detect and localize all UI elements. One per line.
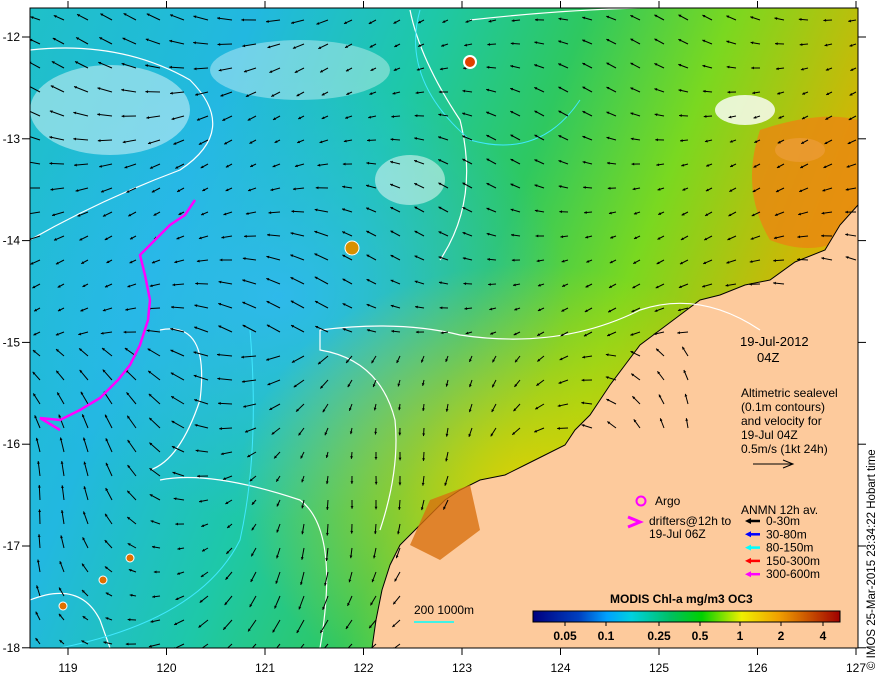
map-date: 19-Jul-2012 — [740, 334, 809, 349]
argo-label: Argo — [655, 494, 681, 508]
note-line: Altimetric sealevel — [741, 386, 838, 400]
x-tick-label: 121 — [255, 661, 275, 675]
colorbar-tick-label: 0.1 — [598, 629, 615, 643]
colorbar-tick-label: 2 — [778, 629, 785, 643]
note-line: 0.5m/s (1kt 24h) — [741, 442, 828, 456]
x-tick-label: 126 — [747, 661, 767, 675]
x-tick-label: 122 — [353, 661, 373, 675]
chlorophyll-map: 119 120 121 122 123 124 125 126 127-12-13-14-15-… — [3, 1, 866, 675]
anmn-label: 80-150m — [766, 541, 813, 555]
colorbar-tick-label: 1 — [737, 629, 744, 643]
y-tick-label: -16 — [3, 437, 21, 451]
colorbar-tick-label: 4 — [820, 629, 827, 643]
anmn-label: 300-600m — [766, 567, 820, 581]
colorbar — [532, 610, 841, 623]
anmn-label: 0-30m — [766, 514, 800, 528]
x-tick-label: 123 — [452, 661, 472, 675]
x-tick-label: 120 — [156, 661, 176, 675]
y-tick-label: -18 — [3, 641, 21, 655]
colorbar-tick-label: 0.5 — [692, 629, 709, 643]
anmn-label: 150-300m — [766, 554, 820, 568]
y-tick-label: -14 — [3, 234, 21, 248]
y-tick-label: -12 — [3, 30, 21, 44]
x-tick-label: 124 — [550, 661, 570, 675]
anmn-label: 30-80m — [766, 527, 807, 541]
colorbar-tick-label: 0.05 — [553, 629, 577, 643]
note-line: and velocity for — [741, 414, 822, 428]
note-line: 19-Jul 04Z — [741, 428, 798, 442]
drifters-label: 19-Jul 06Z — [649, 527, 706, 541]
y-tick-label: -17 — [3, 539, 21, 553]
colorbar-tick-label: 0.25 — [647, 629, 671, 643]
y-tick-label: -15 — [3, 335, 21, 349]
depth-legend: 200 1000m — [414, 603, 474, 617]
colorbar-title: MODIS Chl-a mg/m3 OC3 — [610, 592, 753, 606]
map-time: 04Z — [757, 350, 779, 365]
note-line: (0.1m contours) — [741, 400, 825, 414]
x-tick-label: 119 — [58, 661, 77, 675]
drifters-label: drifters@12h to — [649, 514, 732, 528]
credit-stamp: © IMOS 25-Mar-2015 23:34:22 Hobart time — [866, 449, 878, 670]
y-tick-label: -13 — [3, 132, 21, 146]
x-tick-label: 125 — [649, 661, 669, 675]
x-tick-label: 127 — [846, 661, 866, 675]
